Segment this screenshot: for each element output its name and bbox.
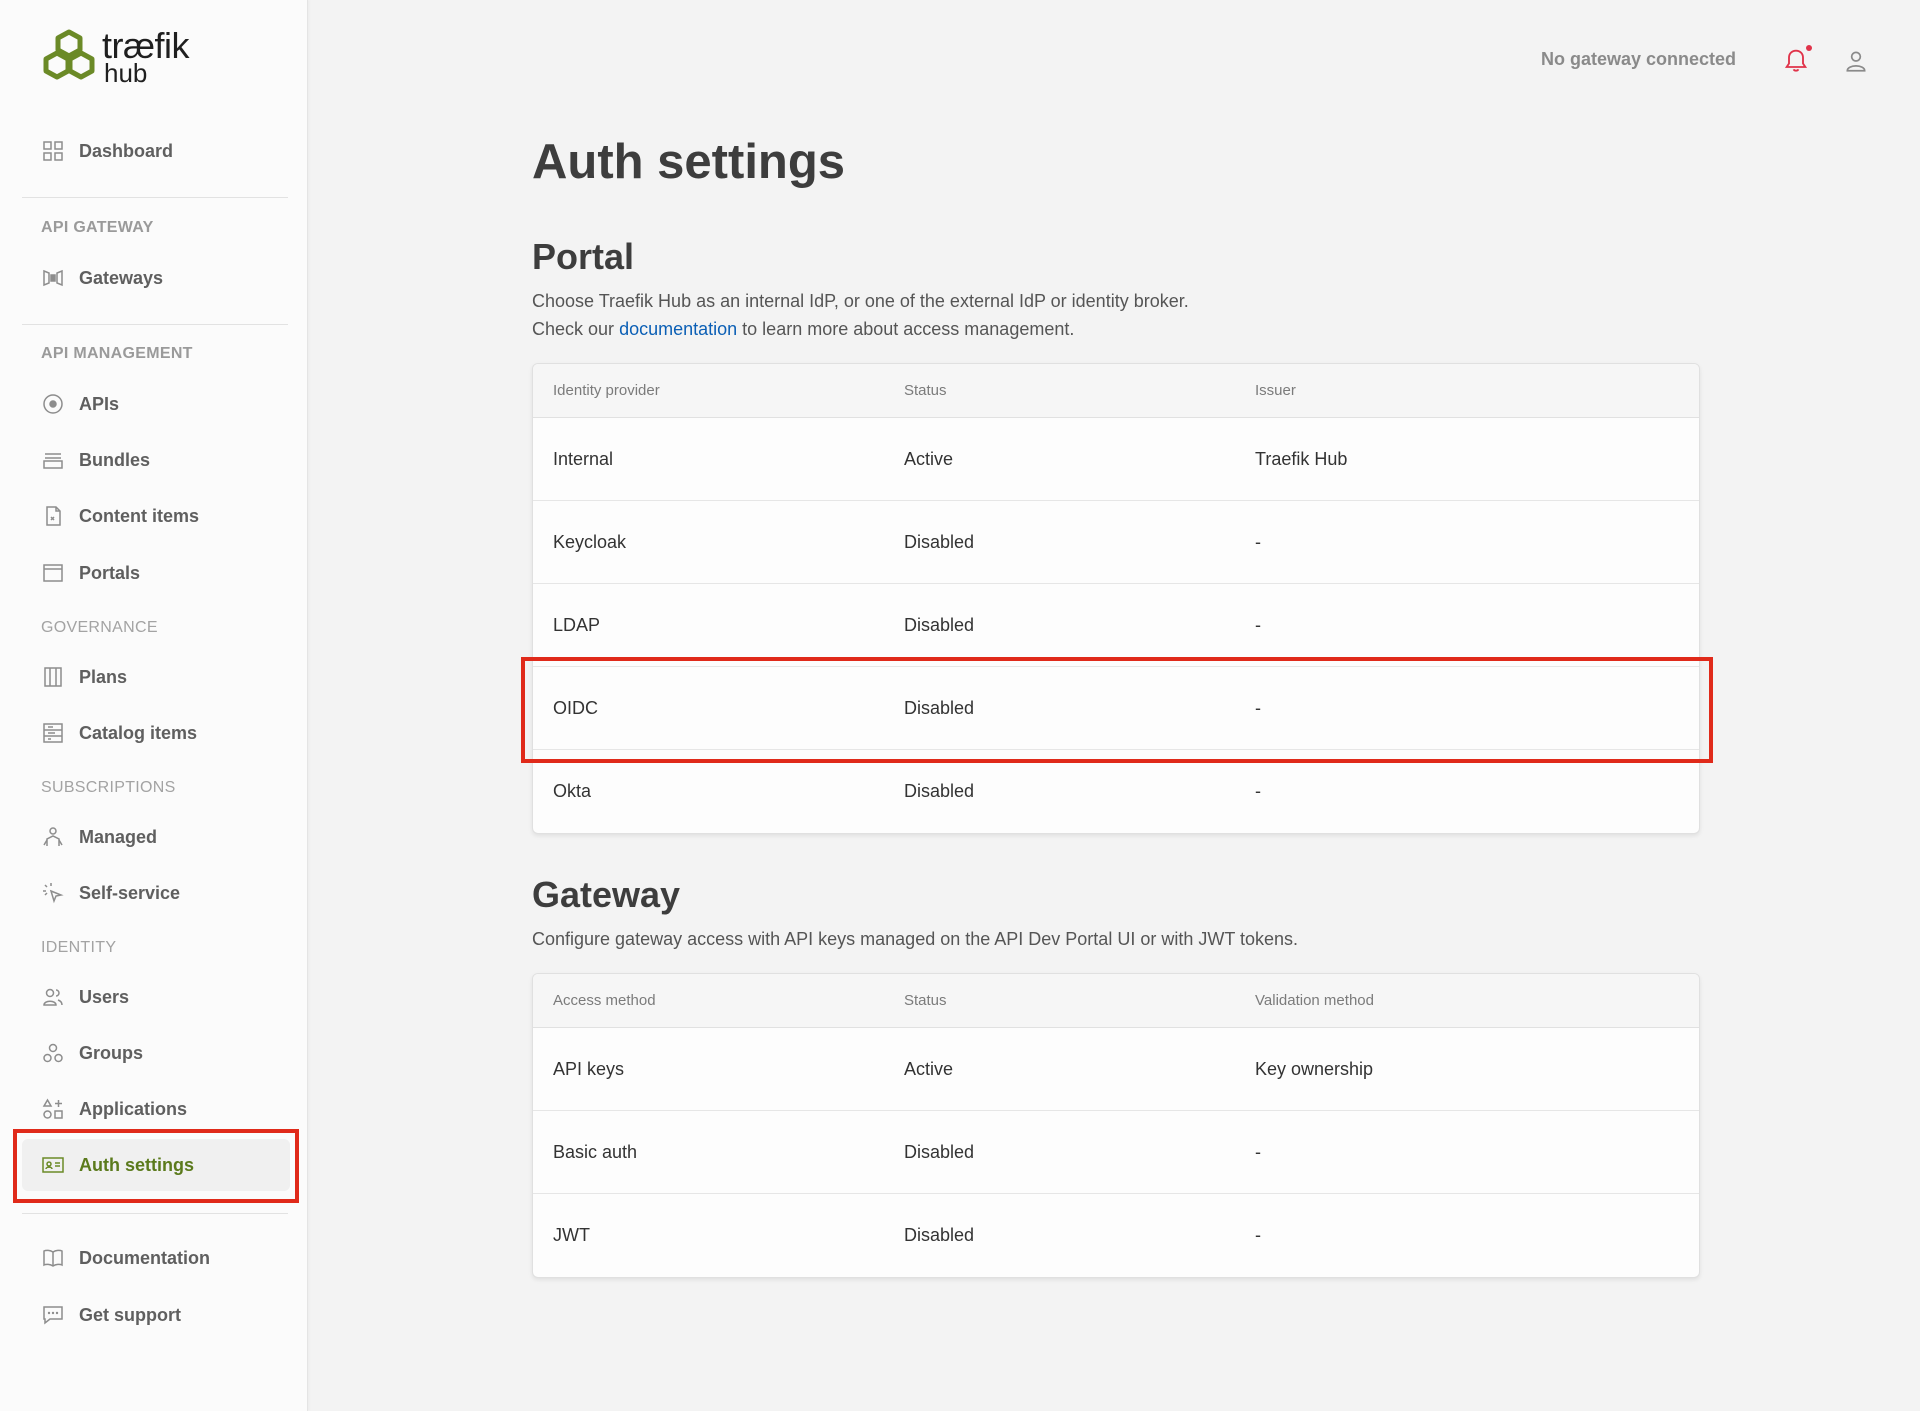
managed-user-icon (41, 825, 65, 849)
table-row-api-keys[interactable]: API keys Active Key ownership (533, 1028, 1699, 1111)
column-header: Validation method (1255, 992, 1374, 1009)
sidebar-item-label: Content items (79, 505, 200, 526)
sidebar-item-label: Users (79, 986, 130, 1007)
bundles-icon (41, 448, 65, 472)
groups-icon (41, 1041, 65, 1065)
table-row-basic-auth[interactable]: Basic auth Disabled - (533, 1111, 1699, 1194)
column-header: Access method (553, 992, 656, 1009)
sidebar-item-get-support[interactable]: Get support (22, 1289, 290, 1341)
notification-dot (1806, 45, 1812, 51)
section-title-api-gateway: API GATEWAY (41, 219, 154, 236)
sidebar: træfik hub Dashboard API GATEWAY Gateway… (0, 0, 308, 1411)
sidebar-item-label: Groups (79, 1042, 144, 1063)
sidebar-item-label: Self-service (79, 882, 181, 903)
gateway-status-text: No gateway connected (1541, 49, 1737, 69)
table-header: Access method Status Validation method (533, 974, 1699, 1028)
sidebar-item-label: Gateways (79, 267, 164, 288)
sidebar-item-label: Auth settings (79, 1154, 194, 1175)
sidebar-item-apis[interactable]: APIs (22, 378, 290, 430)
sidebar-item-label: Documentation (79, 1247, 211, 1268)
sidebar-item-label: Dashboard (79, 140, 174, 161)
sidebar-item-auth-settings[interactable]: Auth settings (22, 1139, 290, 1191)
sidebar-item-label: Plans (79, 666, 128, 687)
portal-window-icon (41, 561, 65, 585)
sidebar-item-gateways[interactable]: Gateways (22, 252, 290, 304)
page-title: Auth settings (532, 135, 846, 189)
traefik-hub-logo[interactable]: træfik hub (40, 28, 190, 86)
column-header: Identity provider (553, 382, 660, 399)
chat-bubble-icon (41, 1303, 65, 1327)
portal-description-line1: Choose Traefik Hub as an internal IdP, o… (532, 291, 1189, 311)
sidebar-divider (22, 1213, 288, 1214)
users-icon (41, 985, 65, 1009)
sidebar-item-managed[interactable]: Managed (22, 811, 290, 863)
sidebar-item-groups[interactable]: Groups (22, 1027, 290, 1079)
sidebar-item-label: Bundles (79, 449, 151, 470)
section-title-identity: IDENTITY (41, 939, 117, 956)
portal-description-line2: Check our documentation to learn more ab… (532, 319, 1075, 339)
access-method-table: Access method Status Validation method A… (532, 973, 1700, 1278)
documentation-link[interactable]: documentation (619, 319, 737, 339)
gateway-description: Configure gateway access with API keys m… (532, 929, 1299, 949)
sidebar-divider (22, 197, 288, 198)
gateway-icon (41, 266, 65, 290)
sidebar-item-users[interactable]: Users (22, 971, 290, 1023)
sidebar-item-label: APIs (79, 393, 120, 414)
sidebar-item-documentation[interactable]: Documentation (22, 1232, 290, 1284)
column-header: Status (904, 992, 947, 1009)
sidebar-item-dashboard[interactable]: Dashboard (22, 125, 290, 177)
identity-provider-table: Identity provider Status Issuer Internal… (532, 363, 1700, 834)
sidebar-item-label: Portals (79, 562, 141, 583)
table-row-internal[interactable]: Internal Active Traefik Hub (533, 418, 1699, 501)
gateway-heading: Gateway (532, 874, 681, 915)
hexagon-logo-icon (43, 29, 95, 80)
sidebar-item-catalog-items[interactable]: Catalog items (22, 707, 290, 759)
api-icon (41, 392, 65, 416)
sidebar-item-applications[interactable]: Applications (22, 1083, 290, 1135)
cursor-click-icon (41, 881, 65, 905)
sidebar-item-portals[interactable]: Portals (22, 547, 290, 599)
sidebar-item-label: Managed (79, 826, 158, 847)
user-icon[interactable] (1843, 48, 1869, 74)
section-title-subscriptions: SUBSCRIPTIONS (41, 779, 176, 796)
table-row-jwt[interactable]: JWT Disabled - (533, 1194, 1699, 1277)
document-icon (41, 504, 65, 528)
portal-heading: Portal (532, 236, 635, 277)
section-title-api-management: API MANAGEMENT (41, 345, 193, 362)
section-title-governance: GOVERNANCE (41, 619, 158, 636)
bell-icon[interactable] (1782, 46, 1810, 74)
table-row-oidc[interactable]: OIDC Disabled - (533, 667, 1699, 750)
sidebar-item-label: Catalog items (79, 722, 198, 743)
sidebar-divider (22, 324, 288, 325)
plans-icon (41, 665, 65, 689)
column-header: Status (904, 382, 947, 399)
id-card-icon (41, 1153, 65, 1177)
sidebar-item-bundles[interactable]: Bundles (22, 434, 290, 486)
table-row-ldap[interactable]: LDAP Disabled - (533, 584, 1699, 667)
catalog-icon (41, 721, 65, 745)
table-row-okta[interactable]: Okta Disabled - (533, 750, 1699, 833)
sidebar-item-content-items[interactable]: Content items (22, 490, 290, 542)
sidebar-item-label: Get support (79, 1304, 181, 1325)
sidebar-item-self-service[interactable]: Self-service (22, 867, 290, 919)
table-header: Identity provider Status Issuer (533, 364, 1699, 418)
table-row-keycloak[interactable]: Keycloak Disabled - (533, 501, 1699, 584)
grid-icon (41, 139, 65, 163)
book-icon (41, 1246, 65, 1270)
sidebar-item-plans[interactable]: Plans (22, 651, 290, 703)
sidebar-item-label: Applications (79, 1098, 188, 1119)
column-header: Issuer (1255, 382, 1296, 399)
applications-icon (41, 1097, 65, 1121)
